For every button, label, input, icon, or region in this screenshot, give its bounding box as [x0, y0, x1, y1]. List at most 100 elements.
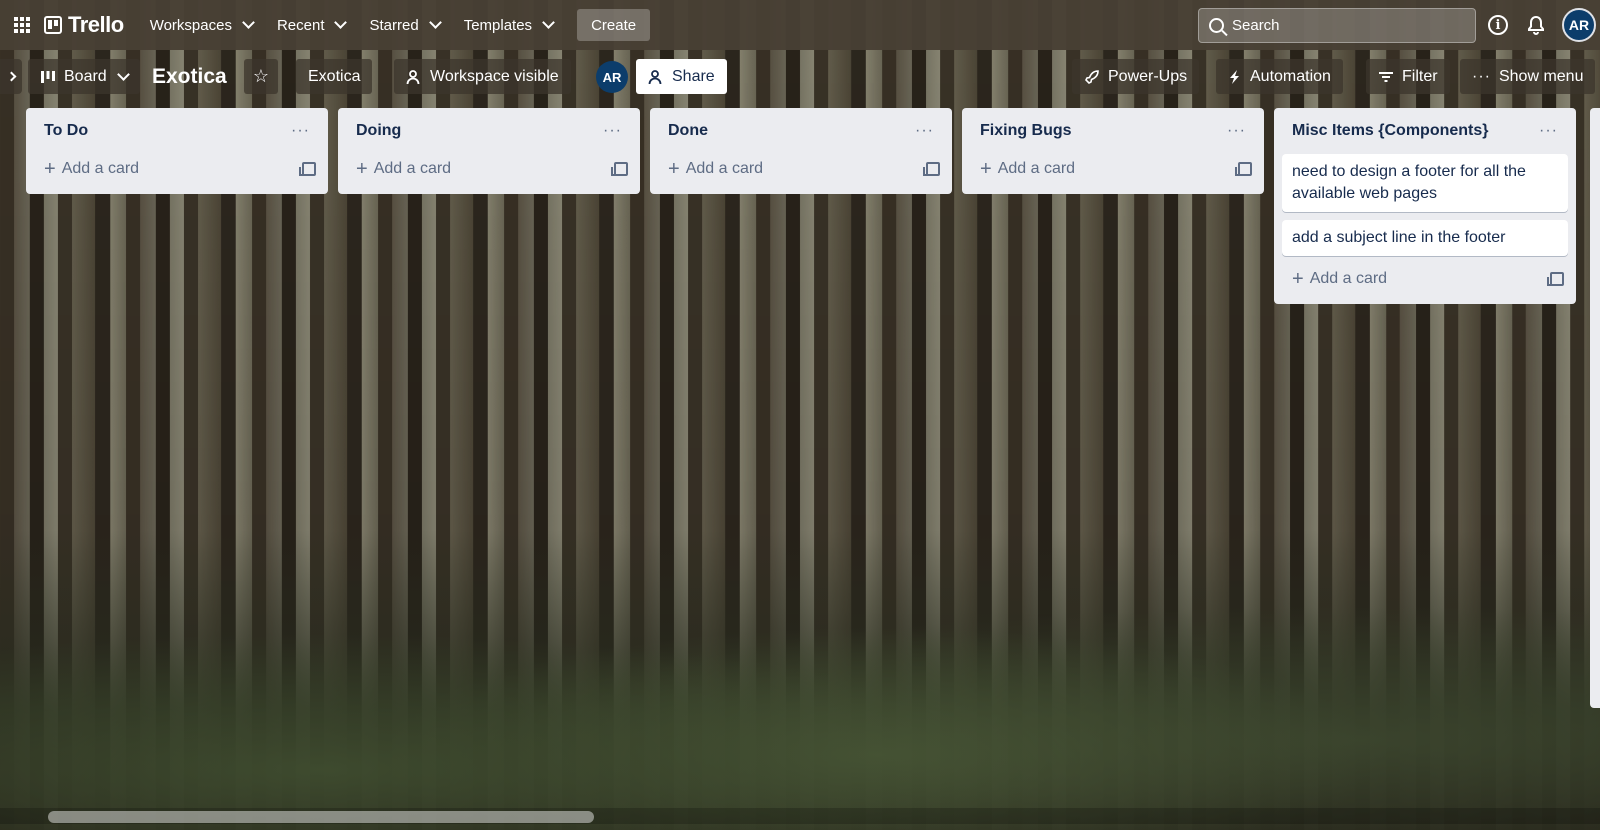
add-card-label: Add a card	[685, 160, 764, 177]
templates-menu[interactable]: Templates	[452, 9, 565, 41]
show-menu-label: Show menu	[1498, 67, 1584, 85]
add-card-row: + Add a card	[346, 154, 632, 184]
plus-icon: +	[980, 158, 992, 180]
list-menu-icon[interactable]: ···	[915, 122, 934, 140]
add-card-row: + Add a card	[1282, 264, 1568, 294]
chevron-down-icon	[334, 16, 348, 29]
card-template-icon[interactable]	[1235, 162, 1252, 176]
search-box[interactable]	[1198, 8, 1476, 43]
ellipsis-icon: ···	[1472, 67, 1491, 85]
plus-icon: +	[1292, 268, 1304, 290]
chevron-down-icon	[542, 16, 555, 29]
board-view-icon	[41, 70, 55, 83]
trello-logo[interactable]: Trello	[44, 12, 124, 38]
list-menu-icon[interactable]: ···	[1539, 122, 1558, 140]
add-list-panel-edge[interactable]	[1590, 108, 1600, 708]
visibility-label: Workspace visible	[430, 67, 559, 85]
app-grid-icon	[14, 17, 30, 33]
workspaces-menu[interactable]: Workspaces	[138, 9, 265, 41]
list-menu-icon[interactable]: ···	[291, 122, 310, 140]
plus-icon: +	[668, 158, 680, 180]
star-icon: ☆	[252, 66, 270, 86]
card[interactable]: need to design a footer for all the avai…	[1282, 154, 1568, 212]
info-icon: i	[1488, 15, 1508, 35]
starred-menu[interactable]: Starred	[357, 9, 451, 41]
add-card-row: + Add a card	[34, 154, 320, 184]
top-navigation-bar: Trello Workspaces Recent Starred Templat…	[0, 0, 1600, 50]
account-avatar[interactable]: AR	[1562, 8, 1596, 42]
share-label: Share	[672, 67, 715, 85]
people-icon	[406, 69, 420, 84]
add-card-row: + Add a card	[970, 154, 1256, 184]
card[interactable]: add a subject line in the footer	[1282, 220, 1568, 256]
add-card-label: Add a card	[373, 160, 452, 177]
add-card-button[interactable]: + Add a card	[668, 159, 763, 179]
board-view-label: Board	[64, 67, 107, 85]
templates-label: Templates	[463, 16, 533, 34]
power-ups-button[interactable]: Power-Ups	[1072, 59, 1200, 94]
app-switcher-button[interactable]	[8, 9, 44, 41]
chevron-down-icon	[116, 67, 130, 81]
create-button[interactable]: Create	[577, 9, 651, 41]
bell-icon	[1528, 15, 1544, 35]
list-header: Doing ···	[346, 116, 632, 146]
visibility-button[interactable]: Workspace visible	[394, 59, 571, 94]
workspace-button[interactable]: Exotica	[296, 59, 373, 94]
card-template-icon[interactable]	[1547, 272, 1564, 286]
horizontal-scrollbar-thumb[interactable]	[48, 811, 594, 823]
card-template-icon[interactable]	[611, 162, 628, 176]
recent-label: Recent	[276, 16, 325, 34]
recent-menu[interactable]: Recent	[265, 9, 358, 41]
list-title[interactable]: Doing	[356, 122, 401, 140]
share-button[interactable]: Share	[636, 59, 727, 94]
card-template-icon[interactable]	[299, 162, 316, 176]
add-card-button[interactable]: + Add a card	[980, 159, 1075, 179]
list-title[interactable]: Done	[668, 122, 708, 140]
star-board-button[interactable]: ☆	[244, 59, 278, 94]
show-menu-button[interactable]: ··· Show menu	[1460, 59, 1596, 94]
filter-button[interactable]: Filter	[1366, 59, 1450, 94]
list-header: Misc Items {Components} ···	[1282, 116, 1568, 146]
chevron-down-icon	[242, 16, 255, 29]
search-input[interactable]	[1232, 17, 1452, 34]
list-header: To Do ···	[34, 116, 320, 146]
plus-icon: +	[44, 158, 56, 180]
notifications-button[interactable]	[1524, 13, 1548, 37]
add-card-label: Add a card	[997, 160, 1076, 177]
add-card-button[interactable]: + Add a card	[1292, 269, 1387, 289]
workspaces-label: Workspaces	[149, 16, 232, 34]
search-icon	[1209, 18, 1224, 33]
add-card-row: + Add a card	[658, 154, 944, 184]
plus-icon: +	[356, 158, 368, 180]
information-button[interactable]: i	[1486, 13, 1510, 37]
board-header: Board Exotica ☆ Exotica Workspace visibl…	[0, 56, 1600, 96]
starred-label: Starred	[369, 16, 419, 34]
board-view-switcher[interactable]: Board	[28, 59, 140, 94]
add-card-label: Add a card	[61, 160, 140, 177]
board-member-avatar[interactable]: AR	[596, 61, 628, 93]
automation-button[interactable]: Automation	[1216, 59, 1343, 94]
rocket-icon	[1085, 69, 1099, 84]
add-card-button[interactable]: + Add a card	[44, 159, 139, 179]
list-title[interactable]: Misc Items {Components}	[1292, 122, 1488, 140]
list-header: Fixing Bugs ···	[970, 116, 1256, 146]
board-title[interactable]: Exotica	[140, 59, 239, 94]
card-template-icon[interactable]	[923, 162, 940, 176]
power-ups-label: Power-Ups	[1108, 67, 1188, 85]
chevron-right-icon	[6, 71, 16, 82]
list-menu-icon[interactable]: ···	[1227, 122, 1246, 140]
list-doing: Doing ··· + Add a card	[338, 108, 640, 194]
list-fixing-bugs: Fixing Bugs ··· + Add a card	[962, 108, 1264, 194]
sidebar-toggle-button[interactable]	[0, 59, 22, 94]
list-title[interactable]: To Do	[44, 122, 88, 140]
lightning-icon	[1230, 69, 1239, 84]
list-menu-icon[interactable]: ···	[603, 122, 622, 140]
app-name: Trello	[68, 12, 124, 37]
list-misc-items: Misc Items {Components} ··· need to desi…	[1274, 108, 1576, 304]
add-person-icon	[648, 69, 662, 84]
list-header: Done ···	[658, 116, 944, 146]
list-done: Done ··· + Add a card	[650, 108, 952, 194]
background-image	[0, 530, 1600, 830]
add-card-button[interactable]: + Add a card	[356, 159, 451, 179]
list-title[interactable]: Fixing Bugs	[980, 122, 1072, 140]
